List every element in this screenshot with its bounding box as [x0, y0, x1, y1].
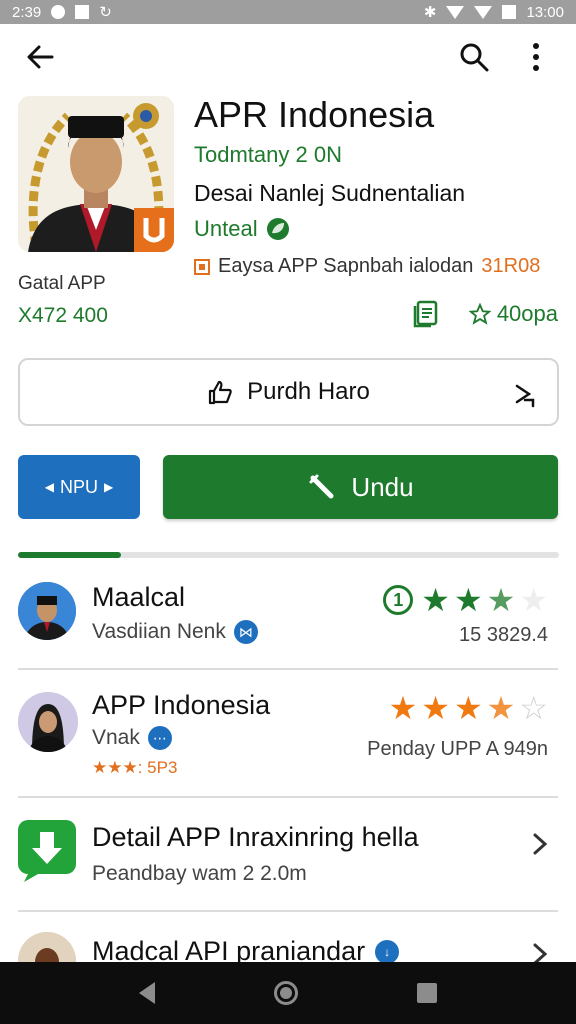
- list-item-subtitle: Vasdiian Nenk ⋈: [92, 620, 258, 644]
- arrow-left-icon: [27, 45, 54, 69]
- small-rating: ★★★: 5P3: [92, 758, 178, 777]
- star-full-icon: ★: [421, 582, 450, 618]
- star-half-icon: ★: [486, 582, 516, 618]
- npu-button[interactable]: ◀ NPU ▶: [18, 455, 140, 519]
- list-item-title: APP Indonesia: [92, 690, 271, 720]
- list-item-subtitle-text: Vasdiian Nenk: [92, 620, 226, 643]
- app-bar: [0, 24, 576, 90]
- avatar: [18, 582, 76, 640]
- verified-badge-icon: ↓: [375, 939, 400, 962]
- list-item-title: Maalcal: [92, 582, 186, 612]
- update-label: Unteal: [194, 216, 258, 241]
- list-item[interactable]: Madcal API praniandar ↓: [0, 912, 576, 962]
- info-square-icon: [194, 258, 210, 275]
- list-item[interactable]: Detail APP Inraxinring hella Peandbay wa…: [0, 798, 576, 912]
- bluetooth-icon: ✱: [423, 4, 437, 21]
- avatar: [18, 932, 76, 962]
- search-icon: [460, 43, 489, 72]
- signal-icon: [474, 5, 493, 19]
- avatar: [18, 692, 78, 752]
- system-nav-bar: [0, 962, 576, 1024]
- chevron-right-icon: [533, 833, 548, 855]
- rating-text: 40opa: [496, 301, 558, 326]
- wifi-icon: [446, 5, 465, 19]
- more-vert-icon: [533, 43, 539, 71]
- leaf-badge-icon: [266, 218, 289, 240]
- list-item-title-text: Madcal API praniandar: [92, 936, 366, 962]
- thumbs-up-icon: [209, 380, 232, 405]
- rating-stars: 1 ★ ★ ★ ★: [383, 584, 548, 616]
- list-item[interactable]: APP Indonesia Vnak ⋯ ★★★: 5P3 ★ ★ ★ ★ ☆ …: [0, 670, 576, 798]
- nav-home-icon[interactable]: [273, 981, 298, 1005]
- meta-right: 40opa: [413, 300, 558, 328]
- install-button[interactable]: Undu: [163, 455, 558, 519]
- star-full-icon: ★: [453, 582, 483, 618]
- meta-count: X472 400: [18, 304, 108, 327]
- info-price: 31R08: [481, 255, 541, 277]
- npu-button-label: NPU: [59, 476, 98, 497]
- search-button[interactable]: [454, 37, 494, 77]
- list-item-title: Madcal API praniandar ↓: [92, 936, 400, 962]
- download-app-icon: [18, 820, 76, 882]
- list-item[interactable]: Maalcal Vasdiian Nenk ⋈ 1 ★ ★ ★ ★ 15 382…: [0, 562, 576, 670]
- info-text: Eaysa APP Sapnbah ialodan: [218, 255, 474, 277]
- progress-fill: [18, 552, 121, 558]
- notification-icon: [51, 5, 66, 19]
- notification-square-icon: [75, 5, 90, 19]
- share-arrow-icon: [515, 384, 535, 408]
- app-title: APR Indonesia: [194, 94, 435, 135]
- status-bar: 2:39 ↻ ✱ 13:00: [0, 0, 576, 24]
- sync-icon: ↻: [99, 4, 112, 21]
- status-time: 2:39: [12, 3, 42, 21]
- app-icon: [18, 96, 174, 252]
- app-subtitle: Desai Nanlej Sudnentalian: [194, 180, 466, 206]
- list-item-subtitle: Peandbay wam 2 2.0m: [92, 862, 307, 886]
- star-empty-icon: ★: [519, 582, 548, 618]
- purchase-button[interactable]: Purdh Haro: [18, 358, 559, 426]
- developer-link[interactable]: Todmtany 2 0N: [194, 142, 342, 168]
- caret-right-icon: ▶: [104, 480, 114, 494]
- caret-left-icon: ◀: [44, 480, 54, 494]
- download-progress: [18, 552, 559, 558]
- list-item-subtitle-text: Vnak: [92, 726, 140, 749]
- list-item-subtitle: Vnak ⋯: [92, 726, 172, 750]
- back-button[interactable]: [20, 37, 60, 77]
- star-half-icon: ★: [486, 690, 516, 726]
- more-badge-icon: ⋯: [147, 726, 172, 750]
- document-icon[interactable]: [413, 300, 439, 328]
- star-full-icon: ★: [453, 690, 483, 726]
- star-empty-icon: ☆: [519, 690, 548, 726]
- verified-badge-icon: ⋈: [233, 620, 258, 644]
- rating-stars: ★ ★ ★ ★ ☆: [389, 692, 548, 724]
- rank-badge: 1: [383, 585, 414, 615]
- info-line: Eaysa APP Sapnbah ialodan 31R08: [194, 255, 540, 278]
- chevron-right-icon: [533, 943, 548, 962]
- install-button-label: Undu: [351, 471, 414, 502]
- status-time-right: 13:00: [526, 3, 564, 21]
- star-outline-icon: [468, 303, 491, 325]
- meta-label: Gatal APP: [18, 273, 106, 294]
- star-full-icon: ★: [421, 690, 450, 726]
- list-item-subtitle-text: Peandbay wam 2 2.0m: [92, 862, 307, 885]
- list-item-title: Detail APP Inraxinring hella: [92, 822, 419, 852]
- battery-icon: [502, 5, 517, 19]
- nav-back-icon[interactable]: [139, 982, 156, 1004]
- download-wand-icon: [309, 474, 334, 499]
- purchase-button-label: Purdh Haro: [247, 378, 370, 405]
- nav-recents-icon[interactable]: [416, 983, 437, 1003]
- list-item-stat: Penday UPP A 949n: [367, 738, 548, 760]
- star-full-icon: ★: [388, 690, 418, 726]
- update-status: Unteal: [194, 216, 290, 242]
- list-item-stat: 15 3829.4: [459, 624, 548, 646]
- more-options-button[interactable]: [516, 37, 556, 77]
- rating-summary: 40opa: [468, 301, 558, 327]
